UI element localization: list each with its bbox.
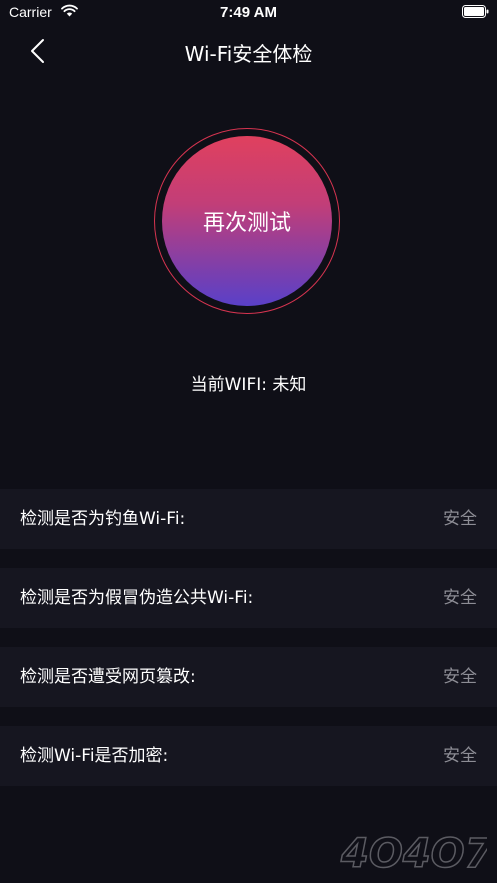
retest-button[interactable]: 再次测试 <box>162 136 332 306</box>
clock: 7:49 AM <box>220 4 277 21</box>
page-title: Wi-Fi安全体检 <box>184 42 313 66</box>
check-row-phishing: 检测是否为钓鱼Wi-Fi: 安全 <box>0 489 497 549</box>
nav-bar: Wi-Fi安全体检 <box>0 26 497 74</box>
svg-text:4O4O7: 4O4O7 <box>340 831 487 877</box>
check-row-tampering: 检测是否遭受网页篡改: 安全 <box>0 647 497 707</box>
check-result: 安全 <box>443 667 477 687</box>
battery-icon <box>462 5 489 18</box>
check-row-fake-public: 检测是否为假冒伪造公共Wi-Fi: 安全 <box>0 568 497 628</box>
check-result: 安全 <box>443 509 477 529</box>
check-label: 检测是否为钓鱼Wi-Fi: <box>20 509 186 529</box>
check-label: 检测Wi-Fi是否加密: <box>20 746 169 766</box>
retest-button-label: 再次测试 <box>202 211 291 236</box>
check-label: 检测是否为假冒伪造公共Wi-Fi: <box>20 588 254 608</box>
check-row-encryption: 检测Wi-Fi是否加密: 安全 <box>0 726 497 786</box>
current-wifi-label: 当前WIFI: 未知 <box>190 375 307 395</box>
check-result: 安全 <box>443 746 477 766</box>
check-result: 安全 <box>443 588 477 608</box>
check-label: 检测是否遭受网页篡改: <box>20 667 196 687</box>
watermark-logo: 4O4O7 <box>339 830 487 877</box>
status-bar: Carrier 7:49 AM <box>0 0 497 26</box>
